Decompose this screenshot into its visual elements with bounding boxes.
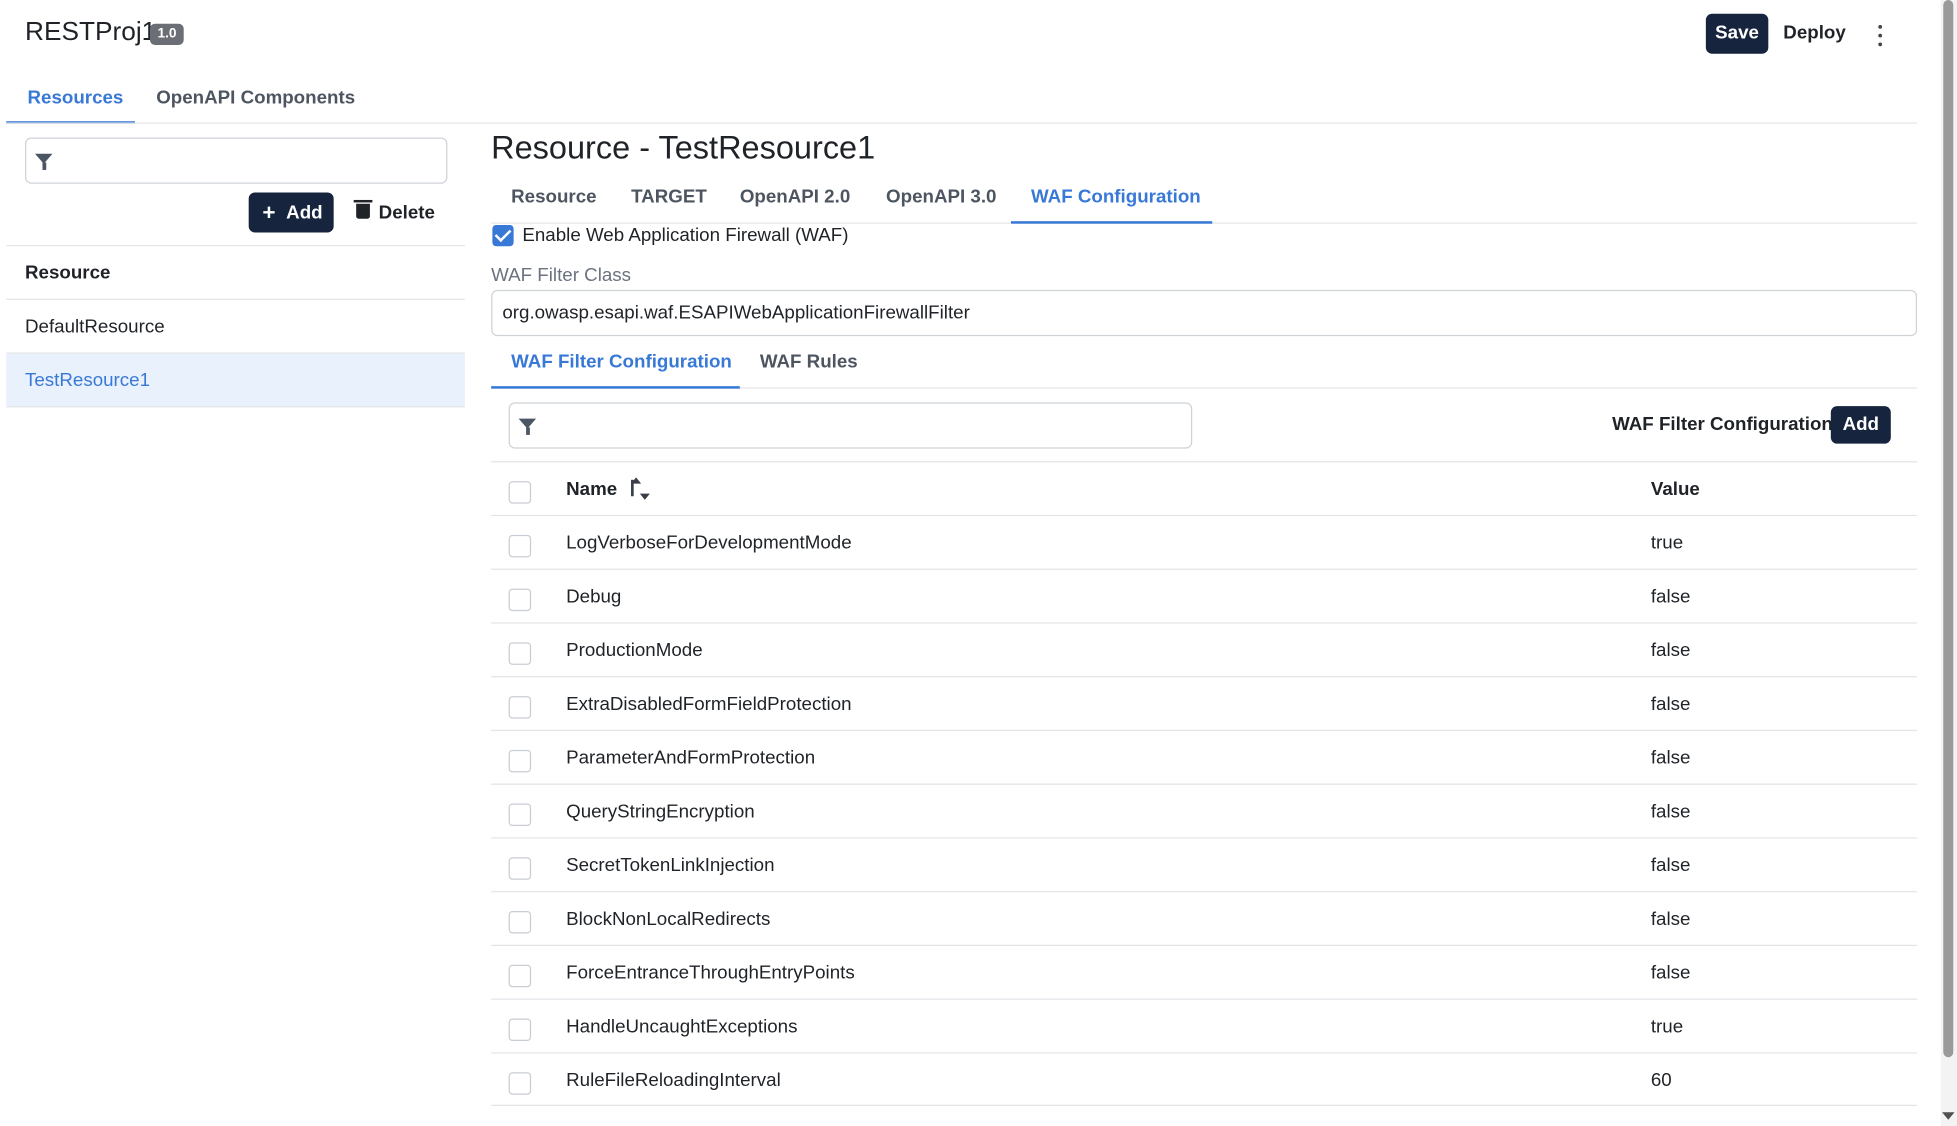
tab-openapi-components[interactable]: OpenAPI Components bbox=[156, 87, 355, 108]
row-value: false bbox=[1650, 908, 1691, 930]
table-row[interactable]: ProductionMode false bbox=[491, 622, 1918, 676]
sort-icon[interactable] bbox=[631, 477, 651, 500]
row-checkbox[interactable] bbox=[508, 534, 532, 558]
column-name-header[interactable]: Name bbox=[566, 479, 617, 500]
tab-waf-filter-configuration[interactable]: WAF Filter Configuration bbox=[511, 351, 732, 372]
row-value: false bbox=[1650, 962, 1691, 984]
row-value: false bbox=[1650, 639, 1691, 662]
resource-list-item[interactable]: DefaultResource bbox=[6, 300, 465, 354]
row-checkbox[interactable] bbox=[508, 642, 532, 665]
tab-openapi-3[interactable]: OpenAPI 3.0 bbox=[886, 186, 996, 207]
delete-resource-button[interactable]: Delete bbox=[350, 192, 440, 232]
table-row[interactable]: Debug false bbox=[491, 568, 1918, 623]
table-row[interactable]: ForceEntranceThroughEntryPoints false bbox=[491, 944, 1918, 999]
table-row[interactable]: ParameterAndFormProtection false bbox=[491, 729, 1918, 784]
enable-waf-checkbox[interactable] bbox=[492, 224, 514, 247]
add-resource-label: Add bbox=[286, 202, 323, 224]
column-value-header: Value bbox=[1650, 478, 1700, 500]
row-name: SecretTokenLinkInjection bbox=[566, 854, 775, 877]
row-checkbox[interactable] bbox=[508, 911, 532, 934]
row-name: ProductionMode bbox=[566, 639, 703, 662]
version-badge: 1.0 bbox=[149, 23, 185, 45]
row-checkbox[interactable] bbox=[508, 1072, 532, 1095]
row-checkbox[interactable] bbox=[508, 588, 532, 612]
save-button[interactable]: Save bbox=[1705, 13, 1769, 54]
resource-list-header: Resource bbox=[6, 246, 465, 300]
row-checkbox[interactable] bbox=[508, 857, 532, 880]
tab-waf-rules[interactable]: WAF Rules bbox=[760, 351, 858, 372]
table-header: Name Value bbox=[491, 461, 1918, 515]
tab-resource[interactable]: Resource bbox=[511, 186, 596, 207]
table-row[interactable]: QueryStringEncryption false bbox=[491, 783, 1918, 838]
tab-target[interactable]: TARGET bbox=[631, 186, 707, 207]
row-value: false bbox=[1650, 586, 1691, 608]
add-config-button[interactable]: Add bbox=[1830, 406, 1891, 444]
table-row[interactable]: SecretTokenLinkInjection false bbox=[491, 837, 1918, 891]
row-value: false bbox=[1650, 747, 1691, 769]
row-value: true bbox=[1650, 1016, 1684, 1038]
waf-filter-class-input[interactable]: org.owasp.esapi.waf.ESAPIWebApplicationF… bbox=[491, 289, 1918, 337]
config-label: WAF Filter Configuration bbox=[1612, 413, 1833, 435]
tab-waf-underline bbox=[1011, 221, 1213, 224]
config-filter-input[interactable] bbox=[508, 402, 1193, 449]
project-title: RESTProj1 bbox=[24, 17, 157, 47]
row-value: false bbox=[1650, 801, 1691, 823]
resource-filter-input[interactable] bbox=[24, 137, 448, 184]
row-checkbox[interactable] bbox=[508, 696, 532, 719]
resource-title: Resource - TestResource1 bbox=[491, 128, 876, 167]
row-checkbox[interactable] bbox=[508, 964, 532, 988]
table-bottom-border bbox=[491, 1104, 1918, 1106]
tab-waf-configuration[interactable]: WAF Configuration bbox=[1031, 186, 1201, 207]
row-value: false bbox=[1650, 854, 1691, 877]
plus-icon: + bbox=[262, 199, 276, 225]
resource-list-item-label: TestResource1 bbox=[24, 369, 151, 392]
add-resource-button[interactable]: + Add bbox=[248, 192, 334, 233]
row-name: QueryStringEncryption bbox=[566, 801, 755, 823]
delete-resource-label: Delete bbox=[378, 202, 435, 224]
deploy-button[interactable]: Deploy bbox=[1780, 14, 1850, 54]
row-checkbox[interactable] bbox=[508, 1018, 532, 1041]
tab-waf-filter-underline bbox=[491, 386, 740, 389]
resource-list-item-label: DefaultResource bbox=[24, 316, 165, 338]
row-value: true bbox=[1650, 532, 1684, 554]
row-name: Debug bbox=[566, 586, 622, 608]
more-options-icon[interactable] bbox=[1871, 16, 1888, 51]
trash-icon bbox=[353, 199, 373, 219]
waf-filter-class-value: org.owasp.esapi.waf.ESAPIWebApplicationF… bbox=[502, 302, 970, 324]
tab-openapi-2[interactable]: OpenAPI 2.0 bbox=[740, 186, 850, 207]
table-row[interactable]: LogVerboseForDevelopmentMode true bbox=[491, 514, 1918, 569]
filter-icon-stem bbox=[526, 427, 530, 435]
row-value: false bbox=[1650, 693, 1691, 715]
filter-icon-stem bbox=[42, 162, 47, 170]
row-name: ForceEntranceThroughEntryPoints bbox=[566, 962, 855, 984]
scroll-down-icon[interactable] bbox=[1942, 1112, 1955, 1120]
enable-waf-label: Enable Web Application Firewall (WAF) bbox=[522, 224, 849, 247]
row-value: 60 bbox=[1650, 1069, 1672, 1091]
scrollbar-thumb[interactable] bbox=[1943, 0, 1954, 1058]
tab-resources[interactable]: Resources bbox=[27, 87, 123, 108]
row-checkbox[interactable] bbox=[508, 749, 532, 773]
resource-list-header-label: Resource bbox=[24, 262, 111, 284]
table-row[interactable]: BlockNonLocalRedirects false bbox=[491, 891, 1918, 945]
table-row[interactable]: RuleFileReloadingInterval 60 bbox=[491, 1052, 1918, 1106]
row-name: ExtraDisabledFormFieldProtection bbox=[566, 693, 852, 715]
row-name: RuleFileReloadingInterval bbox=[566, 1069, 781, 1091]
select-all-checkbox[interactable] bbox=[508, 481, 532, 504]
resource-list-item-selected[interactable]: TestResource1 bbox=[6, 353, 465, 408]
table-row[interactable]: HandleUncaughtExceptions true bbox=[491, 998, 1918, 1053]
row-checkbox[interactable] bbox=[508, 803, 532, 827]
waf-filter-class-label: WAF Filter Class bbox=[491, 264, 632, 287]
table-row[interactable]: ExtraDisabledFormFieldProtection false bbox=[491, 676, 1918, 730]
row-name: LogVerboseForDevelopmentMode bbox=[566, 532, 852, 554]
row-name: HandleUncaughtExceptions bbox=[566, 1016, 798, 1038]
row-name: ParameterAndFormProtection bbox=[566, 747, 816, 769]
top-tabs-divider bbox=[6, 122, 1918, 124]
row-name: BlockNonLocalRedirects bbox=[566, 908, 771, 930]
